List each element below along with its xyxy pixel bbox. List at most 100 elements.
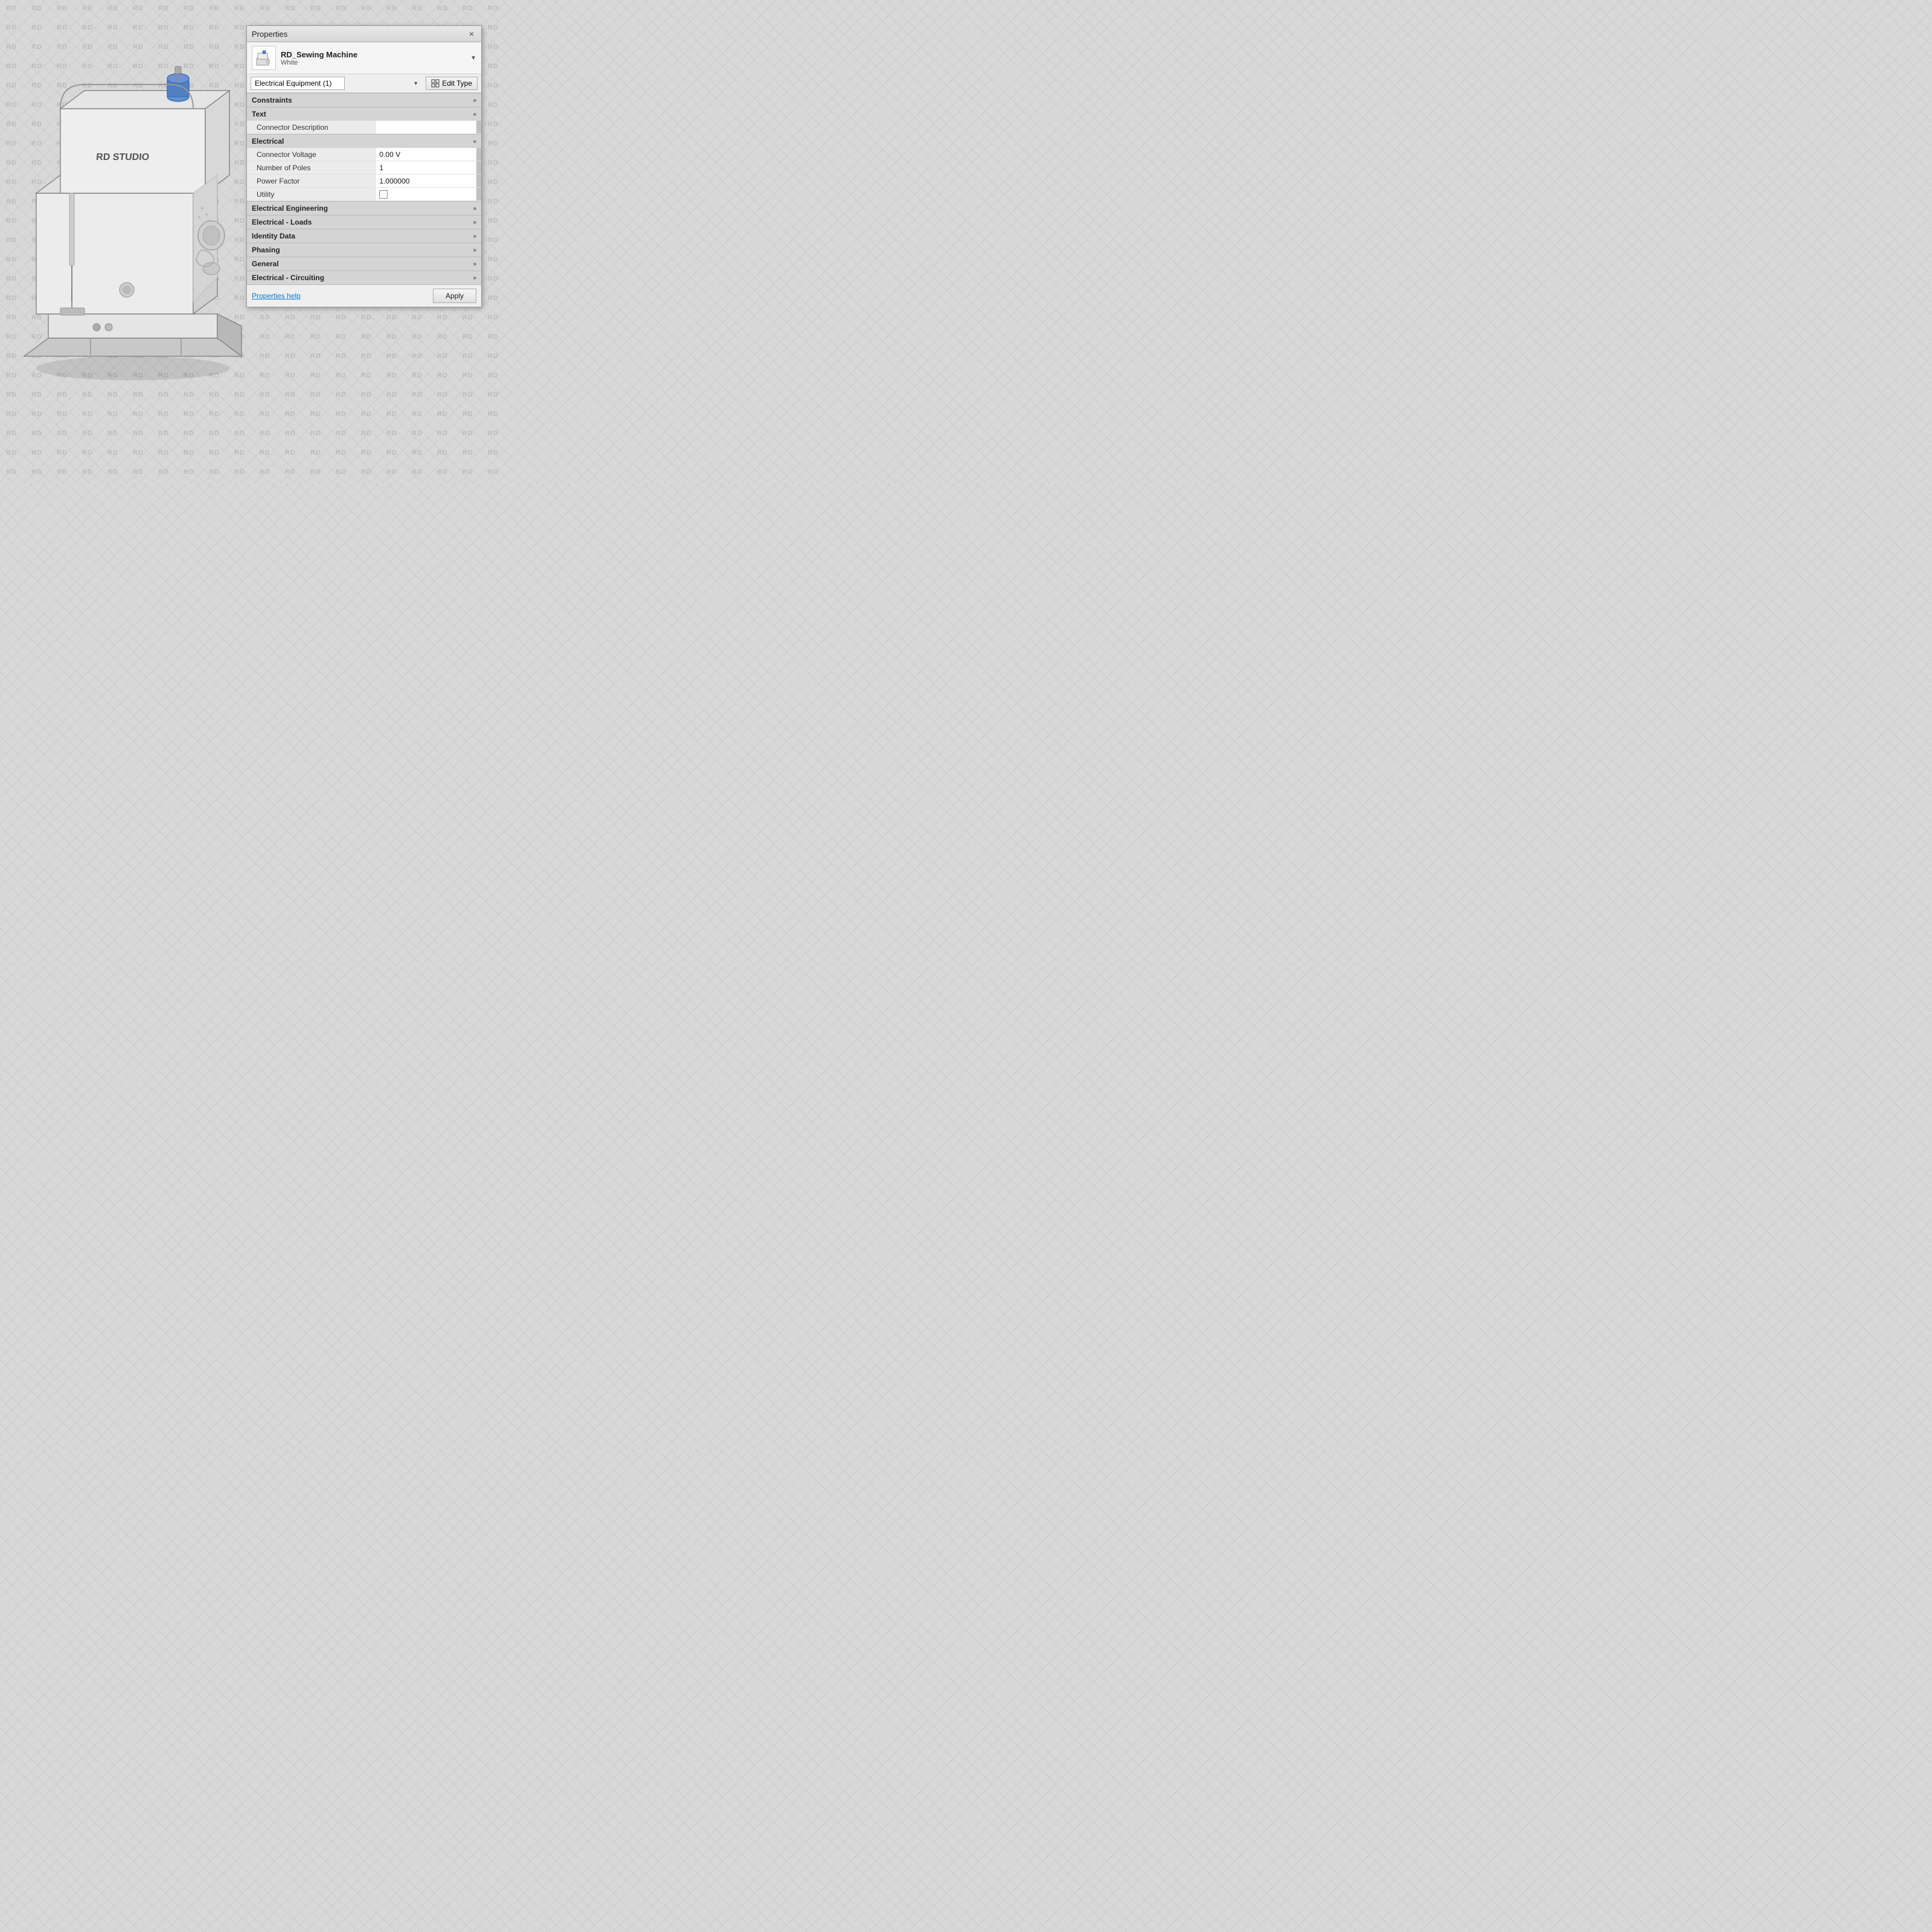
section-header-phasing[interactable]: Phasing» [247,243,481,257]
section-header-identity-data[interactable]: Identity Data» [247,229,481,243]
section-toggle-text: « [473,111,476,118]
watermark-cell: RD [437,430,448,437]
watermark-cell: RD [386,372,397,379]
section-header-electrical[interactable]: Electrical« [247,134,481,148]
watermark-cell: RD [437,333,448,341]
item-icon-svg [254,48,273,68]
item-name: RD_Sewing Machine [281,50,357,59]
watermark-cell: RD [488,217,499,225]
watermark-cell: RD [488,101,499,109]
watermark-cell: RD [310,449,321,456]
watermark-cell: RD [488,295,499,302]
watermark-cell: RD [386,333,397,341]
watermark-cell: RD [437,5,448,12]
type-dropdown[interactable]: Electrical Equipment (1) [251,77,345,90]
watermark-cell: RD [462,333,473,341]
watermark-cell: RD [488,430,499,437]
prop-swatch [476,188,481,200]
item-icon [252,46,276,70]
section-header-text[interactable]: Text« [247,107,481,121]
watermark-cell: RD [412,5,423,12]
watermark-cell: RD [336,5,347,12]
watermark-cell: RD [361,353,372,360]
watermark-cell: RD [412,372,423,379]
table-row: Utility [247,188,481,201]
watermark-cell: RD [462,469,473,476]
dropdown-row: Electrical Equipment (1) Edit Type [247,74,481,93]
panel-content[interactable]: Constraints»Text«Connector DescriptionEl… [247,93,481,284]
section-toggle-electrical-circuiting: » [473,275,476,281]
prop-label-connector-voltage: Connector Voltage [247,148,376,161]
watermark-cell: RD [310,372,321,379]
edit-type-button[interactable]: Edit Type [426,77,478,90]
section-header-electrical-loads[interactable]: Electrical - Loads» [247,215,481,229]
close-button[interactable]: × [467,29,476,39]
watermark-cell: RD [361,5,372,12]
section-header-constraints[interactable]: Constraints» [247,93,481,107]
table-row: Connector Voltage0.00 V [247,148,481,161]
watermark-cell: RD [412,353,423,360]
watermark-cell: RD [310,469,321,476]
watermark-cell: RD [336,314,347,321]
prop-swatch [476,174,481,187]
prop-value-power-factor[interactable]: 1.000000 [376,174,476,187]
watermark-cell: RD [488,411,499,418]
watermark-cell: RD [488,5,499,12]
apply-button[interactable]: Apply [433,289,476,303]
prop-swatch [476,121,481,133]
watermark-cell: RD [310,430,321,437]
panel-header: RD_Sewing Machine White ▼ [247,42,481,74]
watermark-cell: RD [386,5,397,12]
watermark-cell: RD [488,82,499,89]
properties-help-link[interactable]: Properties help [252,292,301,300]
watermark-cell: RD [488,179,499,186]
panel-title: Properties [252,30,287,39]
section-header-electrical-circuiting[interactable]: Electrical - Circuiting» [247,270,481,284]
watermark-cell: RD [361,449,372,456]
section-label-phasing: Phasing [252,246,280,254]
watermark-cell: RD [336,372,347,379]
prop-value-utility[interactable] [376,188,476,200]
watermark-cell: RD [412,391,423,398]
watermark-cell: RD [488,140,499,147]
watermark-cell: RD [488,159,499,167]
watermark-cell: RD [386,411,397,418]
watermark-cell: RD [361,391,372,398]
watermark-cell: RD [462,449,473,456]
watermark-cell: RD [488,43,499,51]
watermark-cell: RD [386,314,397,321]
watermark-cell: RD [310,314,321,321]
prop-value-connector-voltage[interactable]: 0.00 V [376,148,476,161]
watermark-cell: RD [488,24,499,31]
prop-value-connector-description[interactable] [376,121,476,133]
watermark-cell: RD [336,353,347,360]
prop-label-number-of-poles: Number of Poles [247,161,376,174]
prop-value-number-of-poles[interactable]: 1 [376,161,476,174]
watermark-cell: RD [361,411,372,418]
watermark-cell: RD [488,469,499,476]
section-header-electrical-engineering[interactable]: Electrical Engineering» [247,201,481,215]
table-row: Power Factor1.000000 [247,174,481,188]
panel-footer: Properties help Apply [247,284,481,307]
watermark-cell: RD [386,469,397,476]
section-header-general[interactable]: General» [247,257,481,270]
watermark-cell: RD [437,372,448,379]
dropdown-wrapper: Electrical Equipment (1) [251,77,422,90]
watermark-cell: RD [361,430,372,437]
prop-swatch [476,161,481,174]
watermark-cell: RD [412,449,423,456]
watermark-cell: RD [488,314,499,321]
prop-checkbox-utility[interactable] [379,190,388,199]
watermark-cell: RD [437,314,448,321]
watermark-cell: RD [462,5,473,12]
section-label-electrical-engineering: Electrical Engineering [252,204,328,213]
watermark-cell: RD [462,411,473,418]
table-row: Number of Poles1 [247,161,481,174]
watermark-cell: RD [437,391,448,398]
section-toggle-constraints: » [473,97,476,104]
properties-panel: Properties × RD_Sewing Machine White ▼ E… [246,25,482,307]
watermark-cell: RD [437,469,448,476]
watermark-cell: RD [488,198,499,205]
section-label-electrical-loads: Electrical - Loads [252,218,312,226]
section-label-general: General [252,260,279,268]
